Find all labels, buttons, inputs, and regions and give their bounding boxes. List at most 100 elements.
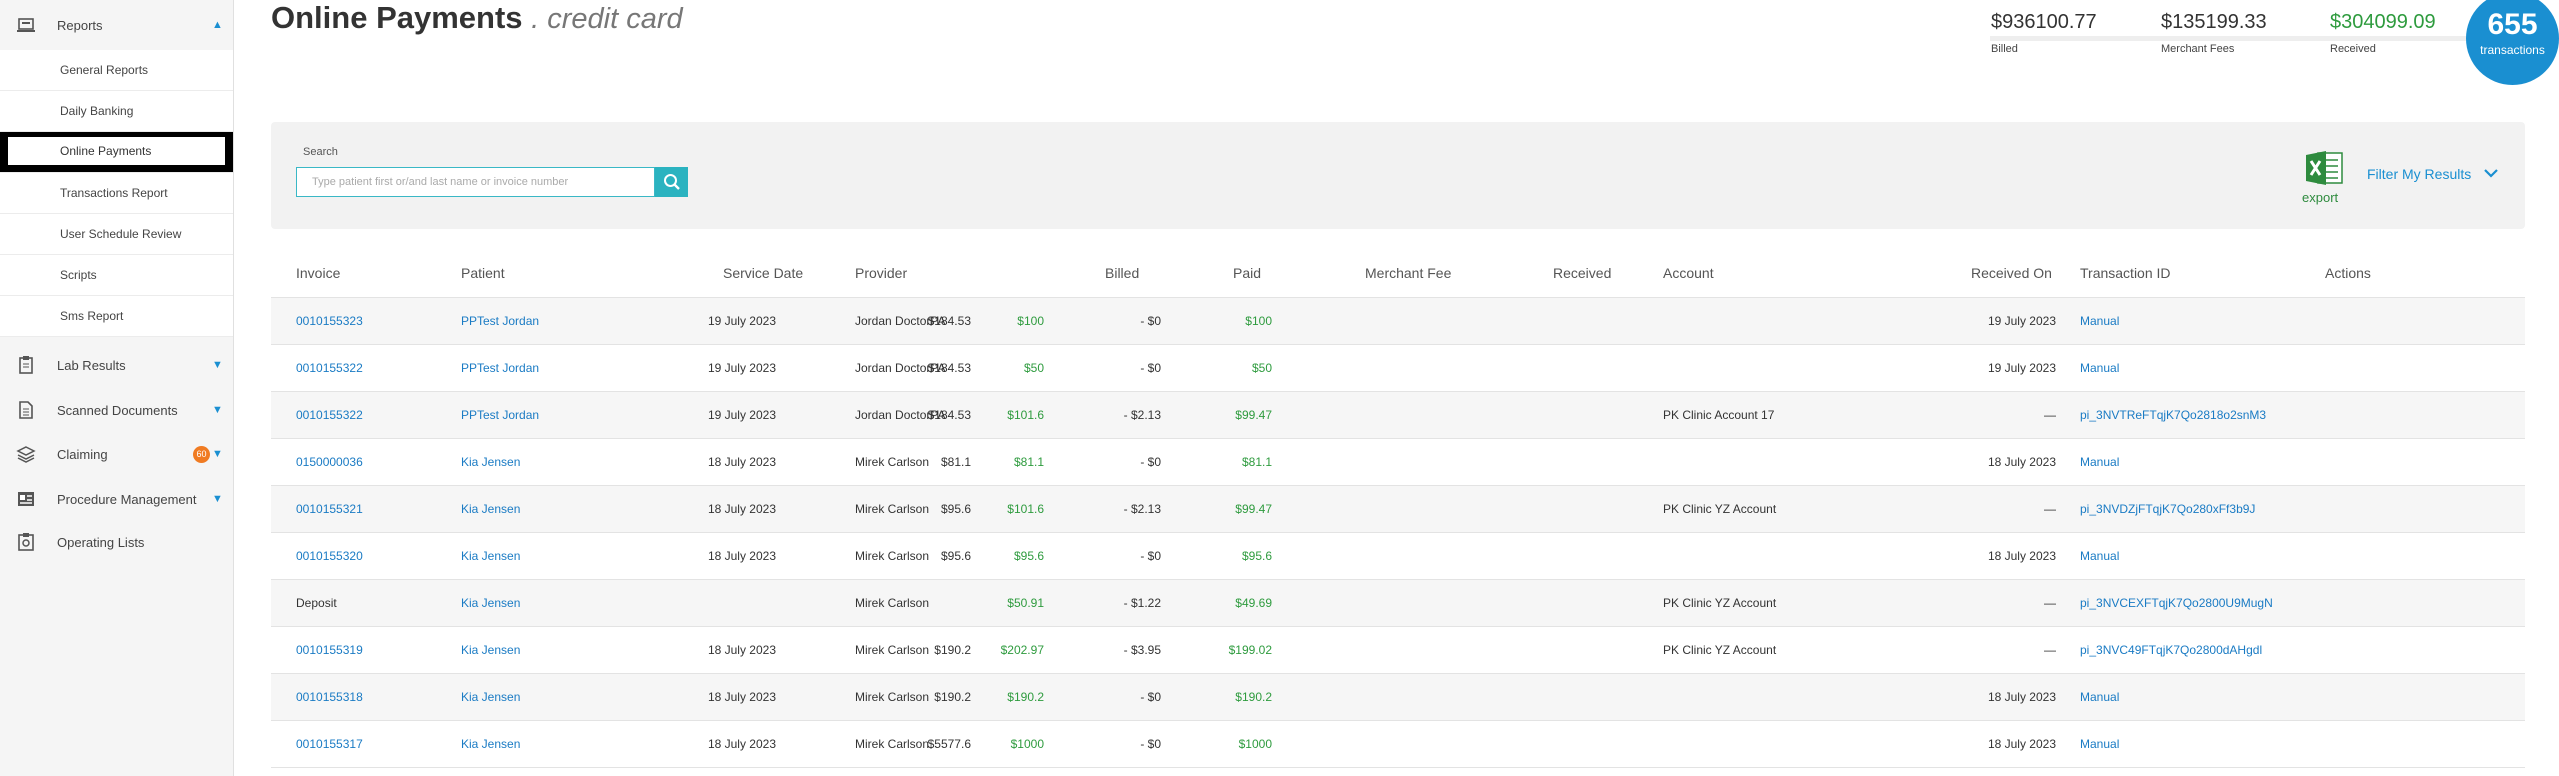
- cell-invoice[interactable]: 0010155321: [296, 502, 363, 516]
- search-label: Search: [303, 146, 338, 158]
- cell-invoice[interactable]: 0010155322: [296, 361, 363, 375]
- cell-transaction-id[interactable]: Manual: [2080, 690, 2119, 704]
- cell-patient[interactable]: PPTest Jordan: [461, 408, 539, 422]
- operating-list-icon: [16, 532, 36, 552]
- cell-transaction-id[interactable]: Manual: [2080, 737, 2119, 751]
- cell-provider: Mirek Carlson: [855, 502, 930, 516]
- sidebar-item-sms-report[interactable]: Sms Report: [0, 296, 233, 337]
- column-header-provider[interactable]: Provider: [855, 265, 907, 281]
- cell-received: $49.69: [1235, 596, 1272, 610]
- cell-provider: Mirek Carlson: [855, 596, 930, 610]
- cell-received-on: —: [2044, 596, 2056, 610]
- cell-transaction-id[interactable]: Manual: [2080, 361, 2119, 375]
- sidebar-item-reports[interactable]: Reports ▲: [0, 0, 233, 50]
- search-icon: [663, 174, 680, 190]
- stat-label: Received: [2330, 43, 2376, 55]
- cell-invoice[interactable]: 0010155317: [296, 737, 363, 751]
- cell-patient[interactable]: PPTest Jordan: [461, 314, 539, 328]
- sidebar-item-label: Claiming: [57, 446, 108, 462]
- sidebar-item-scanned-documents[interactable]: Scanned Documents ▼: [0, 388, 233, 432]
- column-header-account[interactable]: Account: [1663, 265, 1714, 281]
- cell-transaction-id[interactable]: Manual: [2080, 549, 2119, 563]
- layers-icon: [16, 444, 36, 464]
- column-header-received-on[interactable]: Received On: [1971, 265, 2052, 281]
- cell-received: $99.47: [1235, 408, 1272, 422]
- table-row: 0010155322 PPTest Jordan 19 July 2023 Jorda…: [271, 345, 2525, 392]
- page-subtitle: . credit card: [531, 3, 683, 35]
- cell-transaction-id[interactable]: Manual: [2080, 455, 2119, 469]
- table-row: Deposit Kia Jensen Mirek Carlson $50.91 - $1…: [271, 580, 2525, 627]
- stat-label: Merchant Fees: [2161, 43, 2235, 55]
- cell-provider: Mirek Carlson: [855, 549, 930, 563]
- cell-invoice[interactable]: 0150000036: [296, 455, 363, 469]
- cell-received-on: 19 July 2023: [1987, 361, 2056, 375]
- sidebar-item-claiming[interactable]: Claiming 60 ▼: [0, 432, 233, 476]
- sidebar-item-lab-results[interactable]: Lab Results ▼: [0, 342, 233, 388]
- sidebar-item-label: Scanned Documents: [57, 402, 178, 418]
- filter-results-toggle[interactable]: Filter My Results: [2367, 166, 2471, 182]
- cell-transaction-id[interactable]: Manual: [2080, 314, 2119, 328]
- cell-invoice[interactable]: 0010155320: [296, 549, 363, 563]
- cell-received-on: 18 July 2023: [1987, 549, 2056, 563]
- transactions-count-badge: 655 transactions: [2466, 0, 2559, 85]
- sidebar-item-procedure-management[interactable]: Procedure Management ▼: [0, 476, 233, 522]
- transactions-count: 655: [2487, 8, 2538, 41]
- cell-patient[interactable]: Kia Jensen: [461, 643, 520, 657]
- stat-value: $936100.77: [1991, 11, 2097, 33]
- cell-patient[interactable]: PPTest Jordan: [461, 361, 539, 375]
- export-label[interactable]: export: [2302, 190, 2338, 205]
- column-header-received[interactable]: Received: [1553, 265, 1611, 281]
- cell-patient[interactable]: Kia Jensen: [461, 690, 520, 704]
- cell-merchant-fee: - $1.22: [1123, 596, 1161, 610]
- cell-billed: $184.53: [927, 361, 971, 375]
- stat-billed: $936100.77 Billed: [1991, 11, 2097, 55]
- document-icon: [16, 400, 36, 420]
- column-header-transaction-id[interactable]: Transaction ID: [2080, 265, 2171, 281]
- search-button[interactable]: [655, 167, 688, 197]
- sidebar-item-user-schedule-review[interactable]: User Schedule Review: [0, 214, 233, 255]
- chevron-down-icon[interactable]: [2483, 166, 2499, 185]
- cell-received: $1000: [1238, 737, 1272, 751]
- cell-invoice[interactable]: 0010155319: [296, 643, 363, 657]
- cell-patient[interactable]: Kia Jensen: [461, 502, 520, 516]
- cell-paid: $190.2: [1007, 690, 1044, 704]
- stat-merchant-fees: $135199.33 Merchant Fees: [2161, 11, 2267, 55]
- stat-received: $304099.09 Received: [2330, 11, 2436, 55]
- sidebar-item-scripts[interactable]: Scripts: [0, 255, 233, 296]
- column-header-merchant-fee[interactable]: Merchant Fee: [1365, 265, 1451, 281]
- reports-icon: [16, 15, 36, 35]
- cell-invoice[interactable]: 0010155318: [296, 690, 363, 704]
- cell-transaction-id[interactable]: pi_3NVTReFTqjK7Qo2818o2snM3: [2080, 408, 2266, 422]
- cell-billed: $184.53: [927, 408, 971, 422]
- reports-submenu: General Reports Daily Banking Online Pay…: [0, 50, 233, 337]
- cell-invoice[interactable]: 0010155322: [296, 408, 363, 422]
- table-row: 0010155320 Kia Jensen 18 July 2023 Mirek Ca…: [271, 533, 2525, 580]
- column-header-paid[interactable]: Paid: [1233, 265, 1261, 281]
- cell-transaction-id[interactable]: pi_3NVDZjFTqjK7Qo280xFf3b9J: [2080, 502, 2255, 516]
- column-header-patient[interactable]: Patient: [461, 265, 505, 281]
- column-header-billed[interactable]: Billed: [1105, 265, 1139, 281]
- cell-patient[interactable]: Kia Jensen: [461, 549, 520, 563]
- column-header-invoice[interactable]: Invoice: [296, 265, 340, 281]
- chevron-down-icon: ▼: [212, 359, 223, 371]
- cell-merchant-fee: - $2.13: [1123, 408, 1161, 422]
- cell-provider: Mirek Carlson: [855, 455, 930, 469]
- cell-patient[interactable]: Kia Jensen: [461, 737, 520, 751]
- cell-received: $100: [1245, 314, 1272, 328]
- sidebar-item-operating-lists[interactable]: Operating Lists: [0, 522, 233, 562]
- search-input[interactable]: [296, 167, 655, 197]
- sidebar-item-label: Operating Lists: [57, 534, 145, 550]
- excel-export-button[interactable]: [2304, 150, 2344, 186]
- sidebar-item-transactions-report[interactable]: Transactions Report: [0, 173, 233, 214]
- cell-patient[interactable]: Kia Jensen: [461, 596, 520, 610]
- cell-transaction-id[interactable]: pi_3NVC49FTqjK7Qo2800dAHgdl: [2080, 643, 2262, 657]
- sidebar-item-general-reports[interactable]: General Reports: [0, 50, 233, 91]
- sidebar-item-online-payments[interactable]: Online Payments: [0, 132, 233, 173]
- cell-invoice[interactable]: 0010155323: [296, 314, 363, 328]
- cell-paid: $101.6: [1007, 408, 1044, 422]
- cell-received: $50: [1251, 361, 1272, 375]
- column-header-service-date[interactable]: Service Date: [723, 265, 803, 281]
- cell-transaction-id[interactable]: pi_3NVCEXFTqjK7Qo2800U9MugN: [2080, 596, 2273, 610]
- cell-patient[interactable]: Kia Jensen: [461, 455, 520, 469]
- sidebar-item-daily-banking[interactable]: Daily Banking: [0, 91, 233, 132]
